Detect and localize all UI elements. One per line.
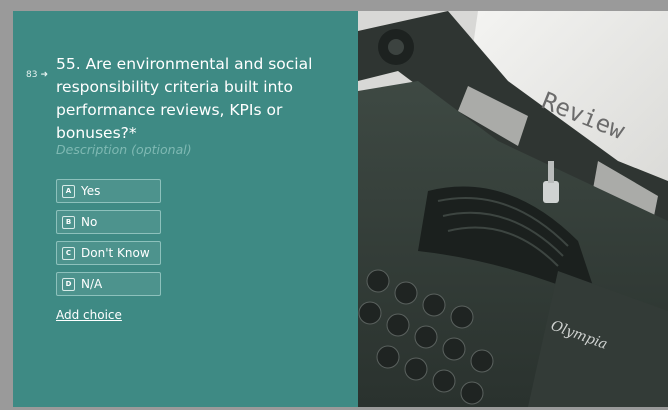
choice-option-a[interactable]: A Yes (56, 179, 161, 203)
choice-label-d: N/A (81, 277, 103, 291)
choice-option-d[interactable]: D N/A (56, 272, 161, 296)
question-number-label: 83 (26, 70, 38, 80)
description-input[interactable]: Description (optional) (56, 142, 192, 157)
choice-option-b[interactable]: B No (56, 210, 161, 234)
choice-label-b: No (81, 215, 98, 229)
arrow-right-icon: ➜ (40, 70, 48, 80)
choices-list: A Yes B No C Don't Know D N/A (56, 179, 161, 303)
typewriter-illustration: Review Olympia (358, 11, 668, 407)
choice-key-a: A (62, 184, 75, 198)
question-title[interactable]: 55. Are environmental and social respons… (56, 53, 316, 145)
question-number: 83 ➜ (26, 70, 48, 80)
choice-option-c[interactable]: C Don't Know (56, 241, 161, 265)
question-panel: 83 ➜ 55. Are environmental and social re… (13, 11, 358, 407)
form-frame: 83 ➜ 55. Are environmental and social re… (13, 11, 668, 407)
typewriter-image: Review Olympia (358, 11, 668, 407)
choice-key-c: C (62, 246, 75, 260)
choice-key-d: D (62, 277, 75, 291)
choice-label-c: Don't Know (81, 246, 150, 260)
choice-label-a: Yes (81, 184, 101, 198)
add-choice-link[interactable]: Add choice (56, 308, 122, 322)
choice-key-b: B (62, 215, 75, 229)
